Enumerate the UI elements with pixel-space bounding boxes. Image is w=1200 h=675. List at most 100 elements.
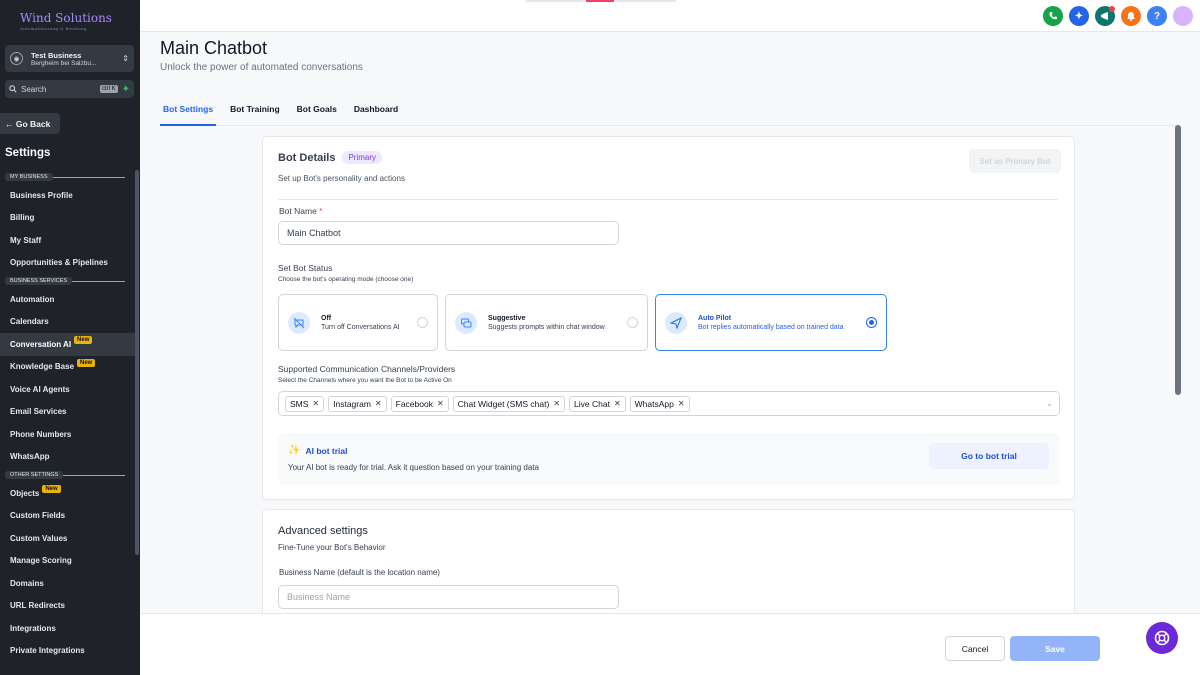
sidebar-item-integrations[interactable]: Integrations — [0, 617, 135, 640]
mode-suggestive-radio[interactable] — [627, 317, 638, 328]
close-icon[interactable]: ✕ — [312, 399, 319, 408]
tab-bot-goals[interactable]: Bot Goals — [294, 100, 340, 126]
mode-off-option[interactable]: Off Turn off Conversations AI — [278, 294, 438, 351]
channel-chip: Chat Widget (SMS chat) ✕ — [452, 395, 566, 412]
bot-details-title: Bot Details — [278, 151, 336, 164]
section-other-settings: OTHER SETTINGS — [0, 468, 135, 482]
sidebar-item-url-redirects[interactable]: URL Redirects — [0, 595, 135, 618]
settings-nav: MY BUSINESS Business Profile Billing My … — [0, 170, 135, 662]
top-indicator-active — [586, 0, 614, 2]
page-title: Main Chatbot — [160, 38, 268, 58]
sidebar-item-knowledge-base[interactable]: Knowledge Base New — [0, 356, 135, 379]
advanced-subtitle: Fine-Tune your Bot's Behavior — [278, 543, 386, 552]
bot-details-description: Set up Bot's personality and actions — [278, 174, 405, 183]
sidebar-item-calendars[interactable]: Calendars — [0, 311, 135, 334]
avatar[interactable] — [1173, 6, 1193, 26]
mode-auto-pilot-radio[interactable] — [866, 317, 877, 328]
logo-tagline: Automatisierung & Beratung — [20, 26, 87, 31]
mode-suggestive-option[interactable]: Suggestive Suggests prompts within chat … — [445, 294, 648, 351]
close-icon[interactable]: ✕ — [678, 399, 685, 408]
close-icon[interactable]: ✕ — [437, 399, 444, 408]
advanced-settings-card: Advanced settings Fine-Tune your Bot's B… — [262, 509, 1075, 619]
logo-text: Wind Solutions — [20, 11, 112, 25]
divider — [278, 199, 1058, 200]
sidebar-item-custom-values[interactable]: Custom Values — [0, 527, 135, 550]
sidebar-item-custom-fields[interactable]: Custom Fields — [0, 505, 135, 528]
bot-name-input[interactable]: Main Chatbot — [278, 221, 619, 245]
search-icon — [9, 85, 17, 93]
sidebar-item-voice-ai[interactable]: Voice AI Agents — [0, 378, 135, 401]
cancel-button[interactable]: Cancel — [945, 636, 1005, 661]
chevron-down-icon[interactable]: ⌄ — [1046, 399, 1053, 408]
mode-auto-pilot-option[interactable]: Auto Pilot Bot replies automatically bas… — [655, 294, 887, 351]
location-pin-icon: ◉ — [10, 52, 23, 65]
sidebar-item-opportunities[interactable]: Opportunities & Pipelines — [0, 252, 135, 275]
mode-off-title: Off — [321, 314, 332, 322]
logo[interactable]: Wind Solutions Automatisierung & Beratun… — [20, 11, 112, 31]
sidebar-item-automation[interactable]: Automation — [0, 288, 135, 311]
sparkles-icon: ✨ — [288, 445, 301, 456]
bot-status-label: Set Bot Status — [278, 263, 333, 273]
sidebar-item-objects[interactable]: Objects New — [0, 482, 135, 505]
close-icon[interactable]: ✕ — [553, 399, 560, 408]
sidebar-item-conversation-ai[interactable]: Conversation AI New — [0, 333, 135, 356]
save-button[interactable]: Save — [1010, 636, 1100, 661]
sidebar-item-email-services[interactable]: Email Services — [0, 401, 135, 424]
chat-off-icon — [288, 311, 310, 334]
business-switcher[interactable]: ◉ Test Business Bergheim bei Salzbu... ⇕ — [5, 45, 134, 72]
go-back-button[interactable]: ← Go Back — [0, 113, 60, 134]
close-icon[interactable]: ✕ — [614, 399, 621, 408]
search-placeholder: Search — [21, 84, 47, 94]
top-actions: ✦ ? — [1043, 6, 1193, 26]
business-name-input[interactable]: Business Name — [278, 585, 619, 609]
search-input[interactable]: Search ctrl K ✦ — [5, 80, 134, 98]
phone-icon[interactable] — [1043, 6, 1063, 26]
close-icon[interactable]: ✕ — [375, 399, 382, 408]
content-scrollbar[interactable] — [1175, 125, 1181, 395]
bot-name-label: Bot Name * — [279, 206, 323, 216]
sidebar-item-domains[interactable]: Domains — [0, 572, 135, 595]
megaphone-icon[interactable] — [1095, 6, 1115, 26]
sidebar-scrollbar[interactable] — [135, 170, 139, 555]
channel-chip: Instagram ✕ — [328, 395, 387, 412]
go-back-label: Go Back — [15, 118, 51, 129]
sidebar-item-manage-scoring[interactable]: Manage Scoring — [0, 550, 135, 573]
chevron-up-down-icon: ⇕ — [122, 54, 129, 63]
chat-bubbles-icon — [455, 311, 477, 334]
lifebuoy-icon — [1154, 630, 1170, 646]
sidebar-item-my-staff[interactable]: My Staff — [0, 229, 135, 252]
new-badge: New — [74, 336, 93, 345]
section-my-business: MY BUSINESS — [0, 170, 135, 184]
channels-select[interactable]: SMS ✕ Instagram ✕ Facebook ✕ Chat Widget (S… — [278, 391, 1060, 416]
sidebar-item-phone-numbers[interactable]: Phone Numbers — [0, 423, 135, 446]
bot-status-hint: Choose the bot's operating mode (choose … — [278, 276, 414, 283]
set-primary-bot-button[interactable]: Set as Primary Bot — [969, 149, 1061, 173]
bell-icon[interactable] — [1121, 6, 1141, 26]
sidebar-item-billing[interactable]: Billing — [0, 207, 135, 230]
sidebar-item-whatsapp[interactable]: WhatsApp — [0, 446, 135, 469]
business-name: Test Business — [31, 50, 82, 60]
advanced-title: Advanced settings — [278, 525, 368, 537]
trial-title: AI bot trial — [305, 445, 348, 456]
sparkle-icon[interactable]: ✦ — [122, 84, 130, 95]
notification-dot — [1109, 6, 1115, 12]
new-badge: New — [42, 485, 61, 494]
sidebar-item-business-profile[interactable]: Business Profile — [0, 184, 135, 207]
sidebar-item-private-integrations[interactable]: Private Integrations — [0, 640, 135, 663]
tab-dashboard[interactable]: Dashboard — [351, 100, 401, 126]
search-shortcut: ctrl K — [99, 85, 118, 93]
send-icon — [665, 311, 687, 334]
mode-auto-pilot-title: Auto Pilot — [698, 314, 732, 322]
mode-off-radio[interactable] — [417, 317, 428, 328]
magic-wand-icon[interactable]: ✦ — [1069, 6, 1089, 26]
channel-chip: SMS ✕ — [285, 395, 325, 412]
help-icon[interactable]: ? — [1147, 6, 1167, 26]
tab-bot-settings[interactable]: Bot Settings — [160, 100, 217, 126]
mode-suggestive-title: Suggestive — [488, 314, 526, 322]
tab-bot-training[interactable]: Bot Training — [227, 100, 283, 126]
mode-auto-pilot-desc: Bot replies automatically based on train… — [698, 323, 844, 331]
business-location: Bergheim bei Salzbu... — [31, 59, 97, 67]
support-fab[interactable] — [1146, 622, 1178, 654]
mode-suggestive-desc: Suggests prompts within chat window — [488, 323, 605, 331]
go-to-bot-trial-button[interactable]: Go to bot trial — [929, 443, 1049, 469]
